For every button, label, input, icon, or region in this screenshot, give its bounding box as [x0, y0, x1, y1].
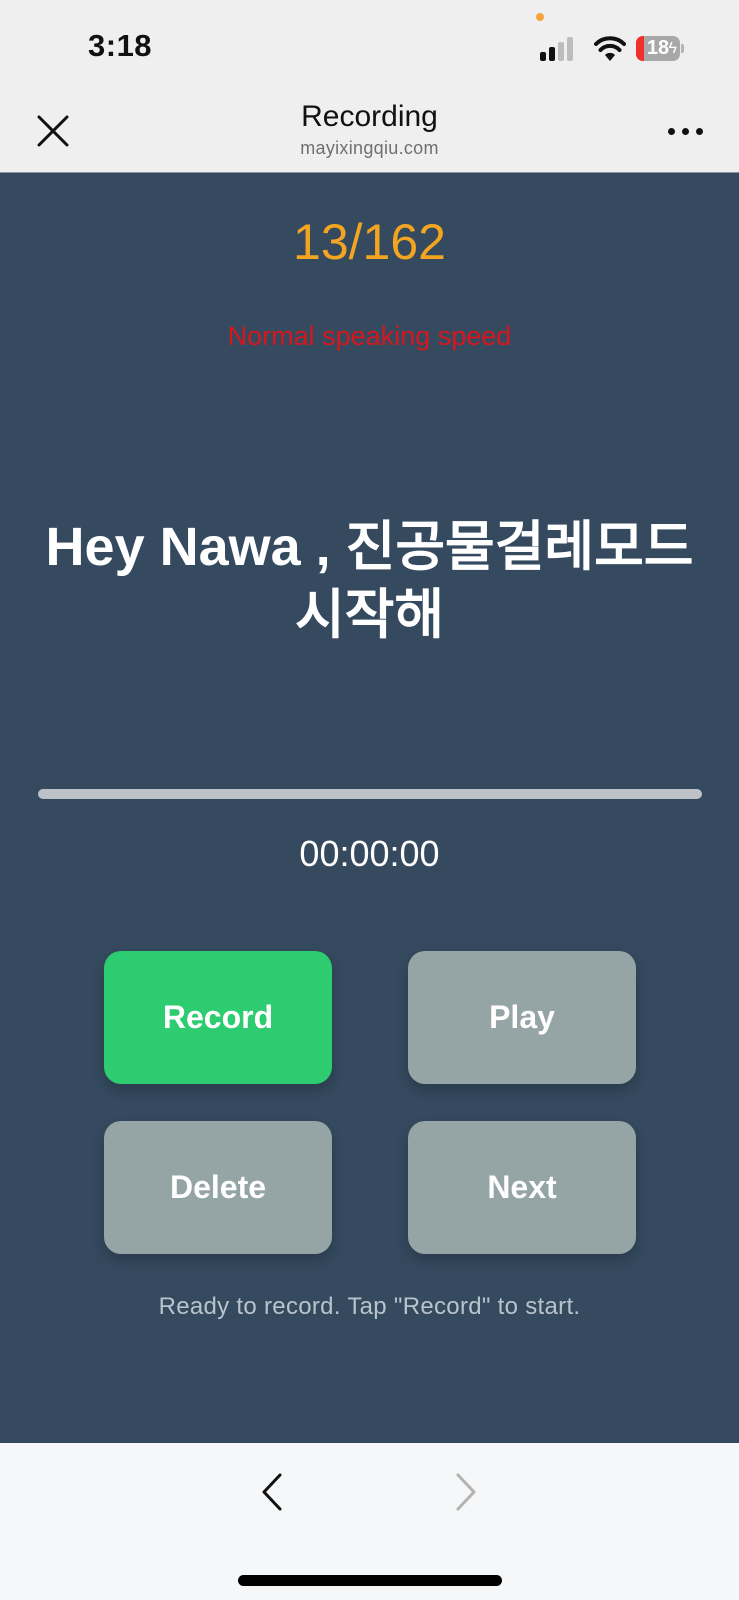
- page-domain: mayixingqiu.com: [300, 138, 439, 158]
- charging-bolt-icon: ϟ: [668, 40, 677, 57]
- chevron-left-icon[interactable]: [254, 1467, 294, 1517]
- record-button[interactable]: Record: [104, 951, 332, 1084]
- recording-progress-bar: [38, 789, 702, 799]
- status-bar: 3:18 18 ϟ: [0, 0, 739, 90]
- status-message: Ready to record. Tap "Record" to start.: [158, 1293, 581, 1320]
- delete-button[interactable]: Delete: [104, 1121, 332, 1254]
- microphone-indicator-icon: [536, 13, 544, 21]
- nav-bar: Recording mayixingqiu.com: [0, 90, 739, 173]
- next-button[interactable]: Next: [408, 1121, 636, 1254]
- wifi-icon: [594, 36, 626, 61]
- battery-icon: 18 ϟ: [636, 36, 680, 61]
- speaking-speed-hint: Normal speaking speed: [227, 321, 512, 351]
- prompt-counter: 13/162: [293, 214, 446, 270]
- play-button[interactable]: Play: [408, 951, 636, 1084]
- chevron-right-icon[interactable]: [444, 1467, 484, 1517]
- cellular-signal-icon: [540, 37, 576, 61]
- recording-panel: 13/162 Normal speaking speed Hey Nawa , …: [0, 173, 739, 1443]
- browser-bottom-bar: [0, 1443, 739, 1600]
- page-title: Recording: [301, 100, 438, 133]
- battery-cap: [681, 44, 684, 53]
- recording-timer: 00:00:00: [299, 833, 440, 874]
- home-indicator[interactable]: [238, 1575, 502, 1586]
- more-options-icon[interactable]: [664, 120, 708, 144]
- status-time: 3:18: [88, 28, 153, 63]
- prompt-text: Hey Nawa , 진공물걸레모드 시작해: [45, 517, 694, 645]
